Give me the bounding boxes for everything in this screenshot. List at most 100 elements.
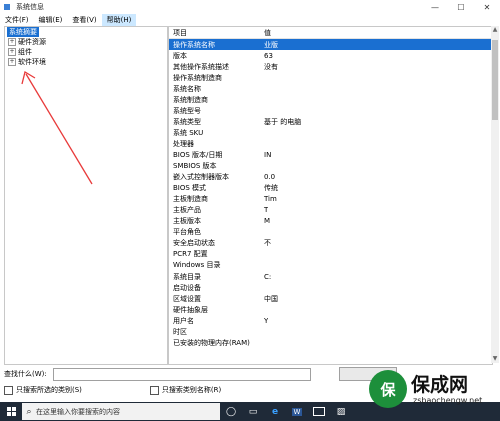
table-row[interactable]: BIOS 版本/日期 IN bbox=[169, 149, 492, 160]
table-row[interactable]: SMBIOS 版本 bbox=[169, 161, 492, 172]
column-header-item[interactable]: 项目 bbox=[169, 28, 260, 38]
taskbar-search[interactable]: ⌕ 在这里输入你要搜索的内容 bbox=[22, 403, 220, 420]
table-row[interactable]: 版本 63 bbox=[169, 50, 492, 61]
only-selected-category-checkbox[interactable]: 只搜索所选的类别(S) bbox=[4, 385, 82, 395]
row-value: M bbox=[264, 217, 271, 226]
table-row[interactable]: 其他操作系统描述 没有 bbox=[169, 61, 492, 72]
row-item: 安全启动状态 bbox=[173, 239, 215, 248]
search-icon: ⌕ bbox=[26, 406, 32, 417]
row-value: T bbox=[264, 206, 269, 215]
table-row[interactable]: 操作系统制造商 bbox=[169, 72, 492, 83]
tree-item-label: 系统摘要 bbox=[7, 27, 39, 37]
maximize-button[interactable]: ☐ bbox=[448, 0, 474, 14]
table-row[interactable]: 系统名称 bbox=[169, 83, 492, 94]
menu-bar: 文件(F) 编辑(E) 查看(V) 帮助(H) bbox=[0, 14, 500, 26]
watermark-text: 保成网 bbox=[411, 374, 469, 396]
row-item: 主板版本 bbox=[173, 217, 201, 226]
row-value: 中国 bbox=[264, 294, 278, 303]
row-value: 没有 bbox=[264, 62, 278, 71]
scroll-up-icon[interactable]: ▲ bbox=[491, 26, 499, 34]
row-value: Tim bbox=[264, 195, 277, 204]
watermark-logo: 保 bbox=[369, 370, 407, 408]
table-row[interactable]: 主板产品 T bbox=[169, 205, 492, 216]
tree-item-system-summary[interactable]: 系统摘要 bbox=[5, 27, 167, 37]
windows-logo-icon bbox=[6, 407, 16, 416]
column-header-value[interactable]: 值 bbox=[260, 28, 271, 38]
table-row[interactable]: 处理器 bbox=[169, 138, 492, 149]
find-input[interactable] bbox=[52, 367, 311, 381]
edge-browser-icon[interactable]: e bbox=[264, 402, 286, 421]
row-value: C: bbox=[264, 272, 272, 281]
table-row[interactable]: 操作系统名称 业版 bbox=[169, 39, 492, 51]
close-button[interactable]: ✕ bbox=[474, 0, 500, 14]
menu-file[interactable]: 文件(F) bbox=[0, 14, 34, 26]
expand-icon[interactable]: + bbox=[8, 38, 16, 46]
expand-icon[interactable]: + bbox=[8, 58, 16, 66]
expand-icon[interactable]: + bbox=[8, 48, 16, 56]
start-button[interactable] bbox=[0, 402, 22, 421]
row-item: 主板产品 bbox=[173, 206, 201, 215]
system-information-window: 系统信息 — ☐ ✕ 文件(F) 编辑(E) 查看(V) 帮助(H) 系统摘要 … bbox=[0, 0, 500, 402]
minimize-button[interactable]: — bbox=[422, 0, 448, 14]
only-category-names-checkbox[interactable]: 只搜索类别名称(R) bbox=[149, 385, 221, 395]
photos-icon[interactable]: ▨ bbox=[330, 402, 352, 421]
row-item: 系统型号 bbox=[173, 106, 201, 115]
row-item: 操作系统制造商 bbox=[173, 73, 222, 82]
table-row[interactable]: 系统类型 基于 的电脑 bbox=[169, 116, 492, 127]
table-row[interactable]: 区域设置 中国 bbox=[169, 293, 492, 304]
watermark: 保 保成网 zsbaochengw.net bbox=[365, 362, 500, 421]
taskbar-app-icon[interactable]: ▭ bbox=[242, 402, 264, 421]
table-row[interactable]: 硬件抽象层 bbox=[169, 304, 492, 315]
app-icon bbox=[4, 4, 10, 10]
row-item: 系统目录 bbox=[173, 272, 201, 281]
row-item: 其他操作系统描述 bbox=[173, 62, 229, 71]
find-label: 查找什么(W): bbox=[4, 370, 47, 378]
menu-view[interactable]: 查看(V) bbox=[67, 14, 101, 26]
table-row[interactable]: 安全启动状态 不 bbox=[169, 238, 492, 249]
table-row[interactable]: BIOS 模式 传统 bbox=[169, 183, 492, 194]
menu-help[interactable]: 帮助(H) bbox=[101, 14, 137, 26]
table-row[interactable]: PCR7 配置 bbox=[169, 249, 492, 260]
table-row[interactable]: 用户名 Y bbox=[169, 315, 492, 326]
row-value: IN bbox=[264, 150, 272, 159]
category-tree: 系统摘要 + 硬件资源 + 组件 + 软件环境 bbox=[4, 26, 168, 365]
table-row[interactable]: 系统目录 C: bbox=[169, 271, 492, 282]
row-value: 业版 bbox=[264, 40, 278, 49]
checkbox-box[interactable] bbox=[4, 385, 13, 395]
mail-icon[interactable] bbox=[308, 402, 330, 421]
table-row[interactable]: 系统制造商 bbox=[169, 94, 492, 105]
row-item: SMBIOS 版本 bbox=[173, 162, 217, 171]
tree-item-label: 组件 bbox=[18, 48, 32, 56]
row-value: 传统 bbox=[264, 184, 278, 193]
tree-item-software-environment[interactable]: + 软件环境 bbox=[5, 57, 167, 67]
table-row[interactable]: Windows 目录 bbox=[169, 260, 492, 271]
tree-item-label: 软件环境 bbox=[18, 58, 46, 66]
row-item: BIOS 模式 bbox=[173, 184, 207, 193]
table-row[interactable]: 主板版本 M bbox=[169, 216, 492, 227]
watermark-url: zsbaochengw.net bbox=[413, 396, 483, 405]
table-row[interactable]: 系统型号 bbox=[169, 105, 492, 116]
table-row[interactable]: 已安装的物理内存(RAM) bbox=[169, 337, 492, 348]
task-view-icon[interactable]: ◯ bbox=[220, 402, 242, 421]
scroll-thumb[interactable] bbox=[492, 40, 498, 120]
grid-header: 项目 值 bbox=[169, 27, 492, 39]
table-row[interactable]: 嵌入式控制器版本 0.0 bbox=[169, 172, 492, 183]
tree-item-hardware-resources[interactable]: + 硬件资源 bbox=[5, 37, 167, 47]
menu-edit[interactable]: 编辑(E) bbox=[34, 14, 68, 26]
table-row[interactable]: 系统 SKU bbox=[169, 127, 492, 138]
row-item: 操作系统名称 bbox=[173, 40, 215, 49]
table-row[interactable]: 平台角色 bbox=[169, 227, 492, 238]
row-value: 0.0 bbox=[264, 173, 276, 182]
grid-rows: 操作系统名称 业版 版本 63 其他操作系统描述 没有 操作系统制造商 系统名称 系统制造商 系统… bbox=[169, 39, 492, 348]
vertical-scrollbar[interactable]: ▲ ▼ bbox=[491, 26, 499, 363]
word-icon[interactable]: W bbox=[286, 402, 308, 421]
details-grid: 项目 值 操作系统名称 业版 版本 63 其他操作系统描述 没有 操作系统制造商 系统名称 系统… bbox=[168, 26, 493, 365]
row-item: 平台角色 bbox=[173, 228, 201, 237]
table-row[interactable]: 主板制造商 Tim bbox=[169, 194, 492, 205]
row-item: 版本 bbox=[173, 51, 187, 60]
row-item: 硬件抽象层 bbox=[173, 305, 208, 314]
tree-item-components[interactable]: + 组件 bbox=[5, 47, 167, 57]
table-row[interactable]: 启动设备 bbox=[169, 282, 492, 293]
checkbox-box[interactable] bbox=[149, 385, 159, 395]
table-row[interactable]: 时区 bbox=[169, 326, 492, 337]
